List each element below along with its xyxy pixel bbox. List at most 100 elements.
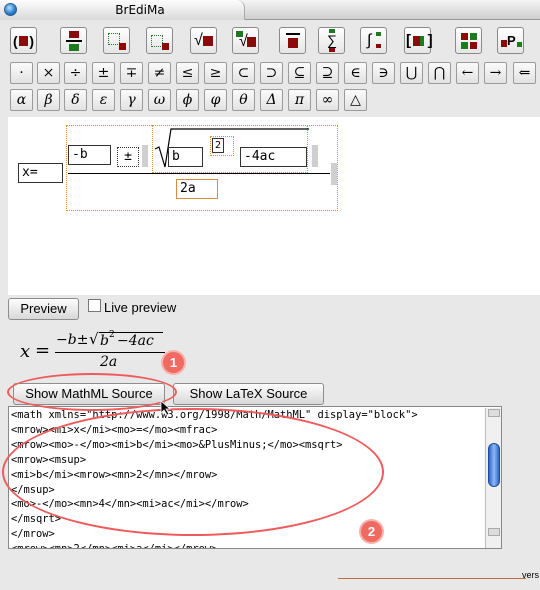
greek-symbol-button[interactable]: ∞: [316, 89, 339, 111]
separator: [312, 145, 318, 167]
symbol-button[interactable]: ⋂: [428, 62, 451, 84]
template-slot: [69, 44, 79, 51]
superscript-template-button[interactable]: [146, 27, 173, 54]
rendered-radical: √: [89, 330, 99, 348]
greek-symbol-button[interactable]: β: [37, 89, 60, 111]
fraction-bar: [68, 173, 330, 174]
symbol-button[interactable]: ≤: [176, 62, 199, 84]
annotation-badge-1: 1: [163, 352, 184, 373]
denominator-field[interactable]: 2a: [176, 179, 218, 199]
greek-symbol-button[interactable]: δ: [64, 89, 87, 111]
greek-symbol-button[interactable]: φ: [204, 89, 227, 111]
equation-editor[interactable]: x= -b ± b 2 -4ac 2a: [8, 117, 540, 295]
overbar-template-button[interactable]: [279, 27, 306, 54]
rendered-lhs: x: [20, 341, 31, 362]
integral-template-icon: ∫: [367, 32, 372, 49]
sqrt-term-field[interactable]: -4ac: [240, 147, 307, 167]
annotation-ellipse-1: [7, 373, 177, 411]
rendered-numerator-start: −b±: [56, 332, 89, 348]
greek-symbol-button[interactable]: ϕ: [176, 89, 199, 111]
live-preview-checkbox[interactable]: [88, 299, 101, 312]
symbol-button[interactable]: ⇐: [513, 62, 536, 84]
mouse-pointer-icon: [160, 400, 172, 416]
nth-root-template-button[interactable]: √: [232, 27, 259, 54]
limit-label: P: [507, 33, 516, 48]
scroll-thumb[interactable]: [488, 443, 500, 487]
matrix-grid-button[interactable]: [455, 27, 482, 54]
rendered-b: b: [100, 333, 109, 349]
rendered-denominator: 2a: [100, 354, 118, 370]
exponent-field[interactable]: 2: [210, 136, 234, 156]
show-latex-source-button[interactable]: Show LaTeX Source: [173, 383, 324, 405]
live-preview-label: Live preview: [104, 300, 177, 315]
window-title-bar: BrEdiMa: [0, 0, 540, 20]
greek-symbol-button[interactable]: △: [344, 89, 367, 111]
greek-symbol-button[interactable]: Δ: [260, 89, 283, 111]
symbol-button[interactable]: ∋: [372, 62, 395, 84]
template-slot: [470, 42, 477, 49]
sqrt-template-icon: √: [194, 32, 203, 49]
symbol-button[interactable]: ←: [456, 62, 479, 84]
matrix-bracket-button[interactable]: [ ]: [404, 27, 433, 54]
template-slot: [517, 42, 522, 47]
greek-symbol-button[interactable]: π: [288, 89, 311, 111]
window-title: BrEdiMa: [115, 3, 165, 17]
rendered-fraction-bar: [55, 352, 165, 353]
greek-symbol-button[interactable]: α: [10, 89, 33, 111]
separator: [331, 163, 337, 185]
symbol-button[interactable]: ±: [92, 62, 115, 84]
template-slot: [288, 38, 298, 48]
greek-symbol-button[interactable]: ω: [148, 89, 171, 111]
symbol-button[interactable]: ∓: [120, 62, 143, 84]
symbol-button[interactable]: ⊇: [316, 62, 339, 84]
rendered-minus4ac: −4ac: [117, 333, 154, 349]
symbol-button[interactable]: →: [484, 62, 507, 84]
fraction-bar: [66, 40, 82, 42]
sqrt-template-button[interactable]: √: [190, 27, 217, 54]
template-slot: [470, 33, 477, 40]
rendered-exponent: 2: [109, 330, 115, 340]
source-scrollbar[interactable]: [485, 408, 501, 548]
source-line: <mrow><mn>2</mn><mi>a</mi></mrow>: [11, 543, 217, 548]
greek-symbol-button[interactable]: θ: [232, 89, 255, 111]
limit-template-button[interactable]: P: [497, 27, 524, 54]
paren-template-button[interactable]: ( ): [10, 27, 37, 54]
scroll-down-arrow-icon[interactable]: [488, 528, 500, 536]
separator: [142, 145, 148, 167]
symbol-button[interactable]: ÷: [64, 62, 87, 84]
template-slot: [329, 48, 335, 52]
symbol-button[interactable]: ⊃: [260, 62, 283, 84]
overbar-template-icon: [286, 33, 300, 35]
template-slot: [461, 42, 468, 49]
template-slot: [413, 36, 420, 46]
symbol-button[interactable]: ≥: [204, 62, 227, 84]
symbol-button[interactable]: ·: [10, 62, 33, 84]
symbol-button[interactable]: ⊂: [232, 62, 255, 84]
symbol-button[interactable]: ⋃: [400, 62, 423, 84]
annotation-badge-2: 2: [361, 521, 382, 542]
preview-button[interactable]: Preview: [8, 298, 79, 320]
plusminus-operator[interactable]: ±: [117, 147, 139, 167]
integral-template-button[interactable]: ∫: [360, 27, 387, 54]
sum-template-button[interactable]: ∑: [318, 27, 345, 54]
greek-symbol-button[interactable]: ε: [92, 89, 115, 111]
symbol-button[interactable]: ×: [37, 62, 60, 84]
template-slot: [376, 44, 381, 48]
sqrt-base-b[interactable]: b: [168, 147, 203, 167]
fraction-template-button[interactable]: [60, 27, 87, 54]
symbol-button[interactable]: ∈: [344, 62, 367, 84]
template-slot: [162, 43, 169, 50]
lhs-input[interactable]: x=: [18, 163, 63, 183]
template-slot: [247, 37, 256, 47]
annotation-ellipse-2: [2, 408, 384, 536]
template-slot: [119, 43, 126, 50]
symbol-button[interactable]: ⊆: [288, 62, 311, 84]
scroll-up-arrow-icon[interactable]: [488, 409, 500, 417]
symbol-button[interactable]: ≠: [148, 62, 171, 84]
numerator-minus-b[interactable]: -b: [68, 145, 111, 165]
greek-symbol-button[interactable]: γ: [120, 89, 143, 111]
subscript-template-button[interactable]: [103, 27, 130, 54]
source-line: </mrow>: [11, 528, 55, 541]
rendered-equals: =: [35, 340, 51, 361]
sum-template-icon: ∑: [327, 32, 337, 48]
